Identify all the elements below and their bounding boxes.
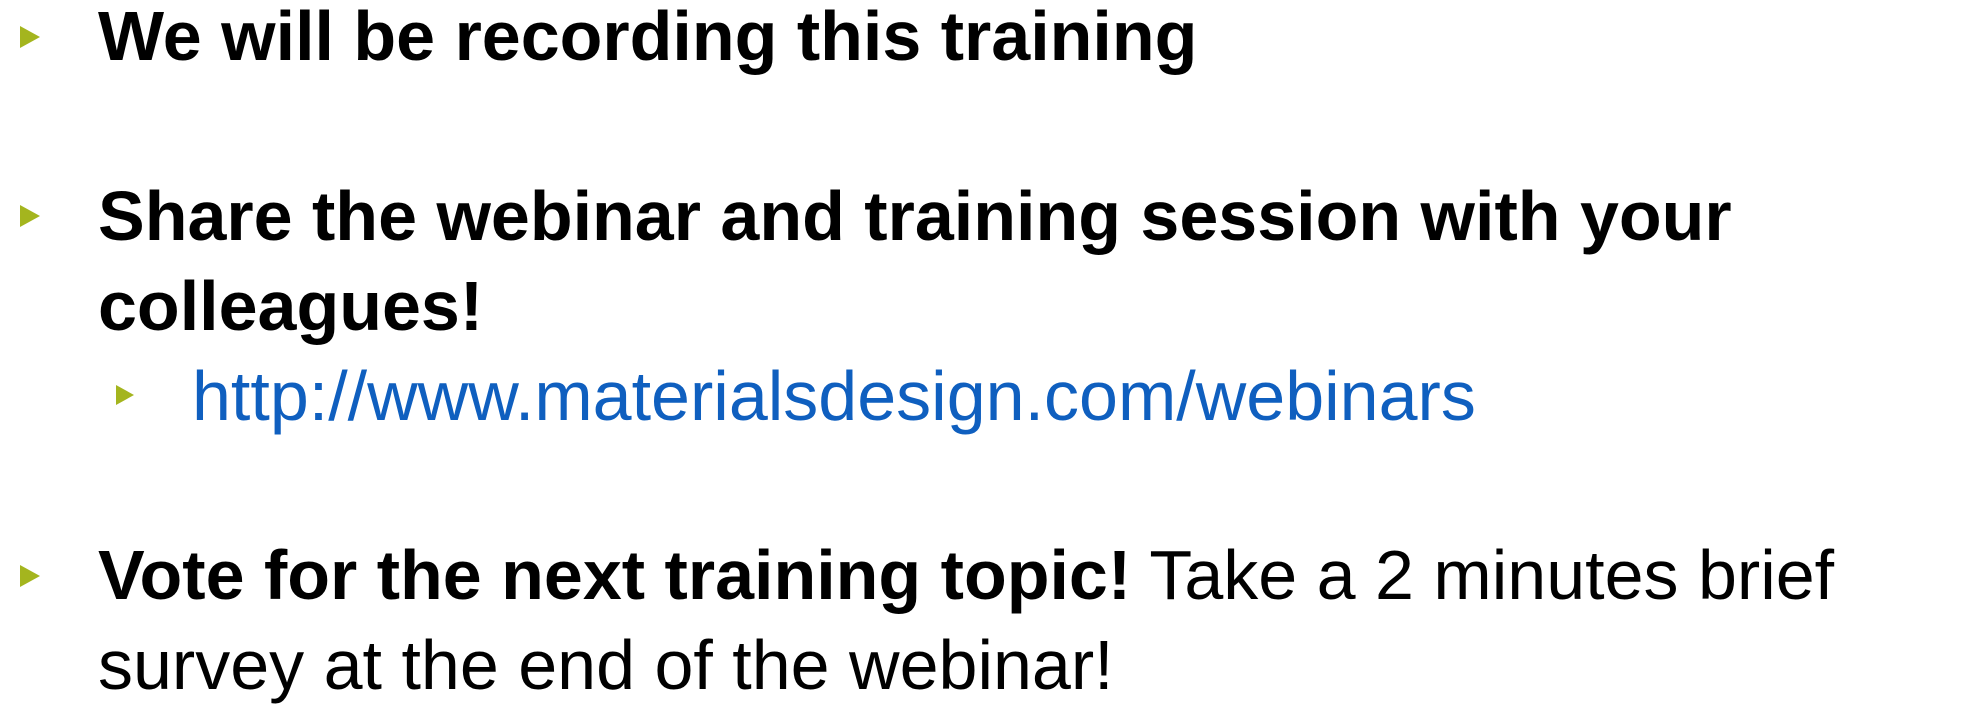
bullet-triangle-icon [20, 205, 40, 227]
bullet-vote-line1: Vote for the next training topic! Take a… [98, 530, 1834, 620]
bullet-triangle-icon [20, 565, 40, 587]
bullet-share-line1: Share the webinar and training session w… [98, 177, 1732, 255]
bullet-triangle-icon [20, 26, 40, 48]
bullet-recording-text: We will be recording this training [98, 0, 1198, 75]
bullet-triangle-icon [116, 385, 134, 405]
bullet-share-line2: colleagues! [98, 267, 484, 345]
bullet-vote-line2: survey at the end of the webinar! [98, 626, 1114, 704]
bullet-vote-regular-text: Take a 2 minutes brief [1131, 536, 1835, 614]
bullet-vote-bold-text: Vote for the next training topic! [98, 536, 1132, 614]
webinars-link[interactable]: http://www.materialsdesign.com/webinars [192, 351, 1476, 441]
